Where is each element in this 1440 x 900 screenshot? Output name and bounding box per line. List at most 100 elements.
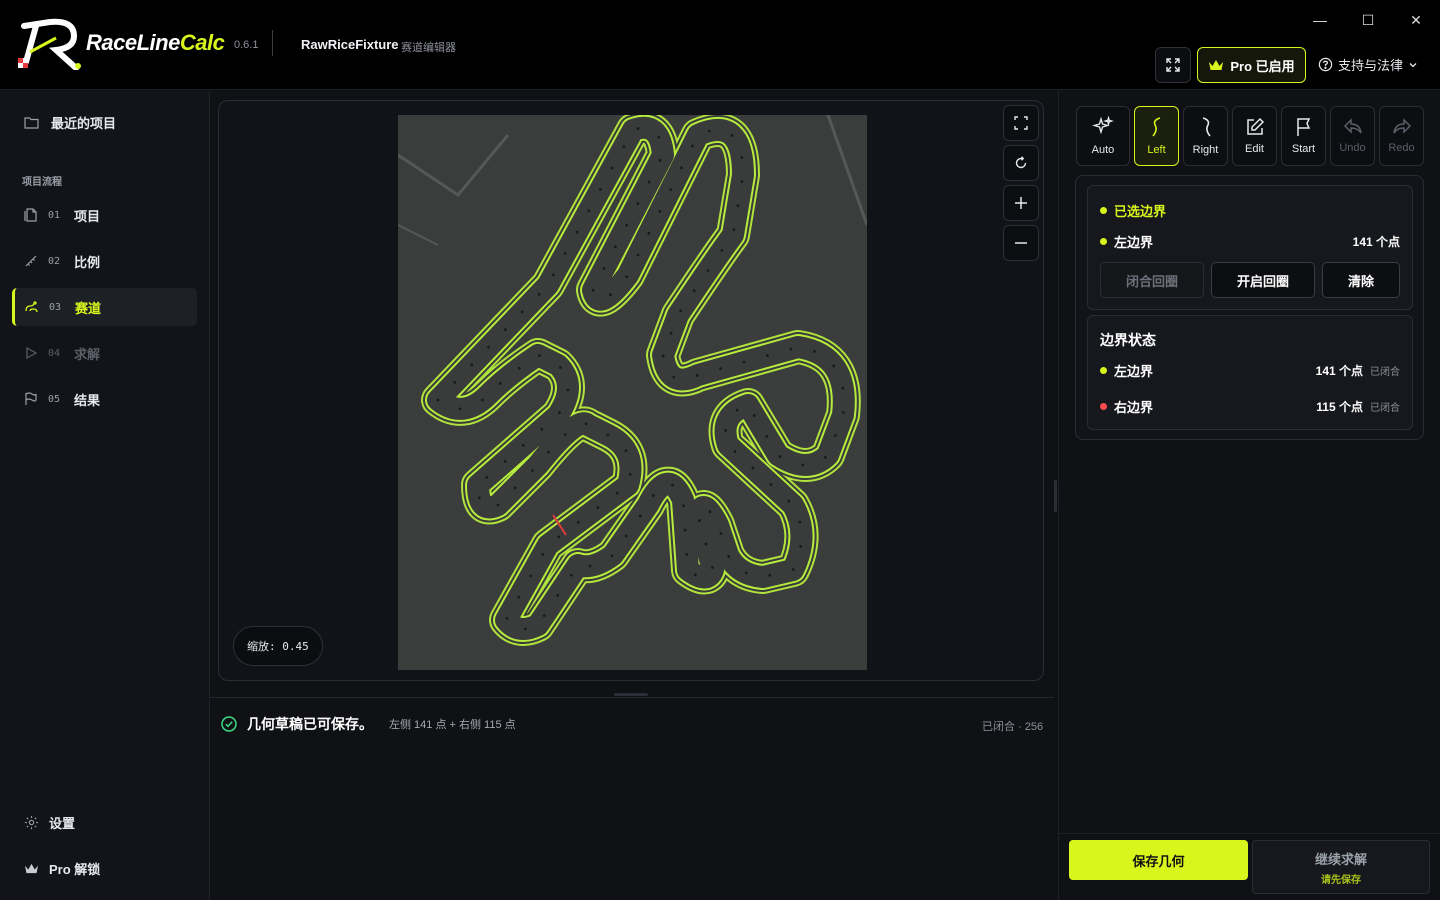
boundary-vertex[interactable]	[602, 267, 606, 270]
boundary-vertex[interactable]	[787, 499, 791, 503]
boundary-vertex[interactable]	[733, 450, 737, 453]
boundary-vertex[interactable]	[606, 433, 610, 437]
boundary-vertex[interactable]	[556, 593, 560, 597]
boundary-vertex[interactable]	[724, 429, 727, 432]
fullscreen-button[interactable]	[1155, 47, 1191, 83]
boundary-vertex[interactable]	[658, 158, 662, 162]
tool-left-button[interactable]: Left	[1134, 106, 1179, 166]
boundary-vertex[interactable]	[624, 534, 628, 538]
boundary-vertex[interactable]	[706, 269, 710, 272]
save-geometry-button[interactable]: 保存几何	[1069, 840, 1248, 880]
boundary-vertex[interactable]	[824, 455, 827, 459]
boundary-vertex[interactable]	[487, 345, 490, 349]
boundary-vertex[interactable]	[704, 542, 708, 546]
recent-projects-link[interactable]: 最近的项目	[24, 113, 116, 132]
boundary-vertex[interactable]	[625, 275, 629, 279]
boundary-vertex[interactable]	[540, 427, 544, 431]
boundary-vertex[interactable]	[558, 366, 562, 369]
boundary-vertex[interactable]	[622, 145, 626, 149]
boundary-vertex[interactable]	[693, 573, 697, 577]
boundary-vertex[interactable]	[624, 449, 628, 453]
boundary-vertex[interactable]	[517, 595, 521, 599]
minimize-button[interactable]: —	[1306, 8, 1334, 32]
boundary-vertex[interactable]	[477, 496, 481, 500]
clear-button[interactable]: 清除	[1322, 262, 1400, 298]
boundary-vertex[interactable]	[542, 614, 546, 618]
boundary-vertex[interactable]	[563, 433, 567, 436]
tool-start-button[interactable]: Start	[1281, 106, 1326, 166]
nav-item-project[interactable]: 01 项目	[12, 196, 197, 234]
boundary-vertex[interactable]	[680, 166, 683, 170]
satellite-map[interactable]	[398, 115, 867, 670]
boundary-vertex[interactable]	[658, 210, 662, 213]
boundary-vertex[interactable]	[569, 573, 573, 577]
boundary-vertex[interactable]	[636, 253, 640, 257]
boundary-vertex[interactable]	[610, 554, 614, 558]
boundary-vertex[interactable]	[558, 411, 561, 415]
boundary-vertex[interactable]	[524, 627, 527, 631]
boundary-vertex[interactable]	[841, 386, 845, 390]
boundary-vertex[interactable]	[799, 545, 803, 548]
boundary-vertex[interactable]	[436, 398, 440, 402]
boundary-vertex[interactable]	[789, 347, 793, 351]
tool-edit-button[interactable]: Edit	[1232, 106, 1277, 166]
boundary-vertex[interactable]	[657, 135, 661, 139]
reset-view-button[interactable]	[1003, 145, 1039, 181]
boundary-vertex[interactable]	[708, 510, 712, 514]
boundary-vertex[interactable]	[628, 472, 632, 476]
boundary-vertex[interactable]	[547, 450, 550, 454]
fit-view-button[interactable]	[1003, 105, 1039, 141]
boundary-vertex[interactable]	[599, 188, 602, 191]
boundary-vertex[interactable]	[453, 380, 457, 384]
boundary-vertex[interactable]	[669, 188, 673, 192]
boundary-vertex[interactable]	[691, 144, 694, 148]
boundary-vertex[interactable]	[661, 354, 665, 358]
track-canvas[interactable]: 缩放: 0.45	[218, 100, 1044, 681]
tool-right-button[interactable]: Right	[1183, 106, 1228, 166]
tool-undo-button[interactable]: Undo	[1330, 106, 1375, 166]
boundary-vertex[interactable]	[575, 230, 579, 234]
boundary-vertex[interactable]	[730, 134, 734, 137]
boundary-vertex[interactable]	[682, 504, 685, 508]
boundary-vertex[interactable]	[520, 310, 524, 314]
boundary-vertex[interactable]	[521, 443, 525, 447]
boundary-vertex[interactable]	[531, 469, 534, 472]
boundary-vertex[interactable]	[563, 252, 567, 255]
boundary-vertex[interactable]	[683, 528, 687, 532]
boundary-vertex[interactable]	[584, 422, 588, 426]
boundary-vertex[interactable]	[485, 475, 489, 479]
nav-item-solve[interactable]: 04 求解	[12, 334, 197, 372]
boundary-vertex[interactable]	[496, 503, 500, 507]
boundary-vertex[interactable]	[625, 223, 628, 227]
boundary-vertex[interactable]	[481, 398, 484, 402]
boundary-vertex[interactable]	[769, 483, 773, 486]
boundary-vertex[interactable]	[671, 483, 674, 487]
boundary-vertex[interactable]	[841, 411, 845, 414]
boundary-vertex[interactable]	[517, 366, 521, 370]
boundary-vertex[interactable]	[566, 388, 570, 392]
boundary-vertex[interactable]	[647, 180, 651, 184]
boundary-vertex[interactable]	[672, 375, 676, 379]
boundary-vertex[interactable]	[736, 204, 740, 208]
boundary-vertex[interactable]	[740, 180, 744, 184]
boundary-vertex[interactable]	[557, 535, 561, 539]
boundary-vertex[interactable]	[710, 566, 714, 569]
boundary-vertex[interactable]	[832, 364, 836, 368]
boundary-vertex[interactable]	[766, 354, 769, 357]
boundary-vertex[interactable]	[587, 209, 591, 213]
boundary-vertex[interactable]	[609, 293, 612, 297]
nav-item-results[interactable]: 05 结果	[12, 380, 197, 418]
boundary-vertex[interactable]	[458, 407, 462, 411]
horizontal-splitter-handle[interactable]	[614, 693, 648, 696]
boundary-vertex[interactable]	[798, 520, 802, 524]
nav-item-scale[interactable]: 02 比例	[12, 242, 197, 280]
boundary-vertex[interactable]	[752, 414, 756, 417]
support-legal-menu[interactable]: 支持与法律	[1318, 55, 1418, 74]
boundary-vertex[interactable]	[765, 435, 769, 438]
boundary-vertex[interactable]	[513, 486, 517, 490]
pro-enabled-button[interactable]: Pro 已启用	[1197, 47, 1306, 83]
boundary-vertex[interactable]	[505, 616, 509, 620]
boundary-vertex[interactable]	[503, 328, 507, 331]
vertical-splitter-handle[interactable]	[1054, 480, 1057, 512]
boundary-vertex[interactable]	[541, 553, 545, 556]
